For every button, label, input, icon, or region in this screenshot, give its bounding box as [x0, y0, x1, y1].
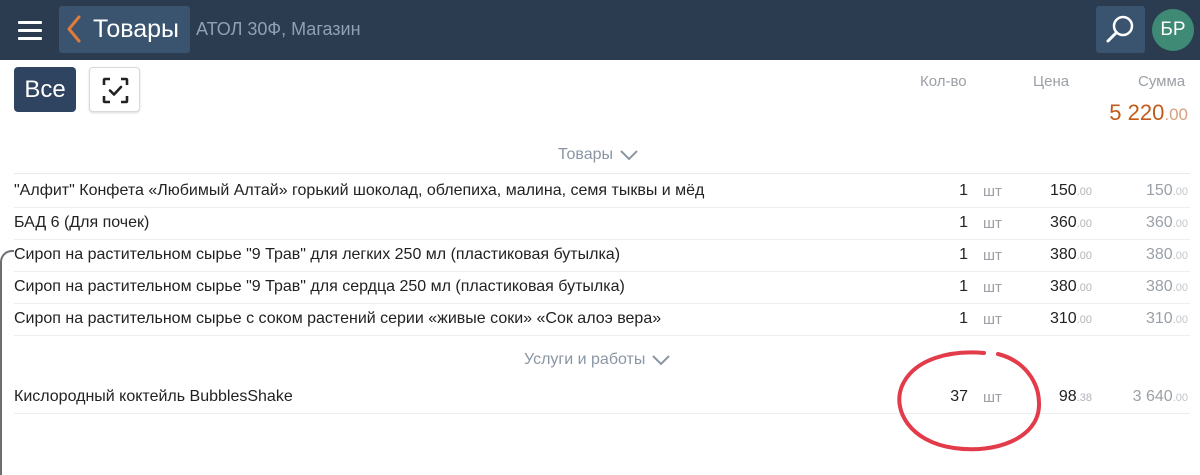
item-price: 310.00 — [1050, 310, 1092, 327]
scan-button[interactable] — [89, 67, 140, 112]
table-row[interactable]: "Алфит" Конфета «Любимый Алтай» горький … — [0, 176, 1200, 208]
item-qty: 1 — [959, 310, 968, 327]
filter-all-button[interactable]: Все — [14, 67, 76, 112]
item-name: БАД 6 (Для почек) — [14, 214, 150, 231]
section-title: Товары — [558, 146, 614, 163]
item-qty: 1 — [959, 246, 968, 263]
column-header-qty: Кол-во — [920, 73, 967, 90]
back-button[interactable]: Товары — [59, 6, 190, 53]
item-sum: 380.00 — [1146, 278, 1188, 295]
page-title: Товары — [93, 15, 179, 43]
chevron-down-icon — [652, 355, 671, 366]
chevron-down-icon — [620, 150, 638, 161]
side-panel-edge — [0, 250, 14, 475]
column-header-sum: Сумма — [1138, 73, 1186, 90]
section-header-goods[interactable]: Товары — [558, 146, 639, 164]
item-qty: 1 — [959, 278, 968, 295]
table-row[interactable]: Сироп на растительном сырье "9 Трав" для… — [0, 272, 1200, 304]
item-unit: шт — [983, 247, 1002, 264]
item-unit: шт — [983, 389, 1002, 406]
item-unit: шт — [983, 279, 1002, 296]
order-total-cents: .00 — [1164, 105, 1188, 124]
scan-check-icon — [102, 77, 129, 104]
item-name: Сироп на растительном сырье "9 Трав" для… — [14, 278, 625, 295]
item-name: Кислородный коктейль BubblesShake — [14, 388, 293, 405]
divider — [14, 173, 1190, 174]
section-title: Услуги и работы — [524, 351, 646, 368]
item-sum: 380.00 — [1146, 246, 1188, 263]
column-header-price: Цена — [1033, 73, 1070, 90]
search-icon — [1106, 15, 1134, 43]
item-unit: шт — [983, 215, 1002, 232]
item-price: 380.00 — [1050, 246, 1092, 263]
table-row[interactable]: БАД 6 (Для почек) 1 шт 360.00 360.00 — [0, 208, 1200, 240]
item-price: 360.00 — [1050, 214, 1092, 231]
item-sum: 150.00 — [1146, 182, 1188, 199]
table-row[interactable]: Сироп на растительном сырье с соком раст… — [0, 304, 1200, 336]
section-header-services[interactable]: Услуги и работы — [524, 351, 671, 369]
hamburger-icon — [18, 21, 42, 24]
item-unit: шт — [983, 183, 1002, 200]
search-button[interactable] — [1096, 6, 1145, 53]
item-price: 98.38 — [1058, 388, 1092, 405]
top-bar: Товары АТОЛ 30Ф, Магазин БР — [0, 0, 1200, 60]
item-qty: 1 — [959, 214, 968, 231]
order-total-main: 5 220 — [1109, 100, 1165, 125]
item-sum: 3 640.00 — [1132, 388, 1188, 405]
item-sum: 310.00 — [1146, 310, 1188, 327]
item-sum: 360.00 — [1146, 214, 1188, 231]
item-qty: 37 — [950, 388, 968, 405]
item-name: Сироп на растительном сырье с соком раст… — [14, 310, 662, 327]
item-unit: шт — [983, 311, 1002, 328]
chevron-left-icon — [67, 15, 81, 43]
order-total: 5 220.00 — [1109, 100, 1188, 126]
item-name: "Алфит" Конфета «Любимый Алтай» горький … — [14, 182, 705, 199]
store-subtitle: АТОЛ 30Ф, Магазин — [196, 19, 361, 39]
item-name: Сироп на растительном сырье "9 Трав" для… — [14, 246, 621, 263]
item-price: 380.00 — [1050, 278, 1092, 295]
item-price: 150.00 — [1050, 182, 1092, 199]
table-row[interactable]: Сироп на растительном сырье "9 Трав" для… — [0, 240, 1200, 272]
item-qty: 1 — [959, 182, 968, 199]
menu-button[interactable] — [10, 10, 50, 50]
avatar[interactable]: БР — [1152, 9, 1194, 51]
table-row[interactable]: Кислородный коктейль BubblesShake 37 шт … — [0, 382, 1200, 414]
